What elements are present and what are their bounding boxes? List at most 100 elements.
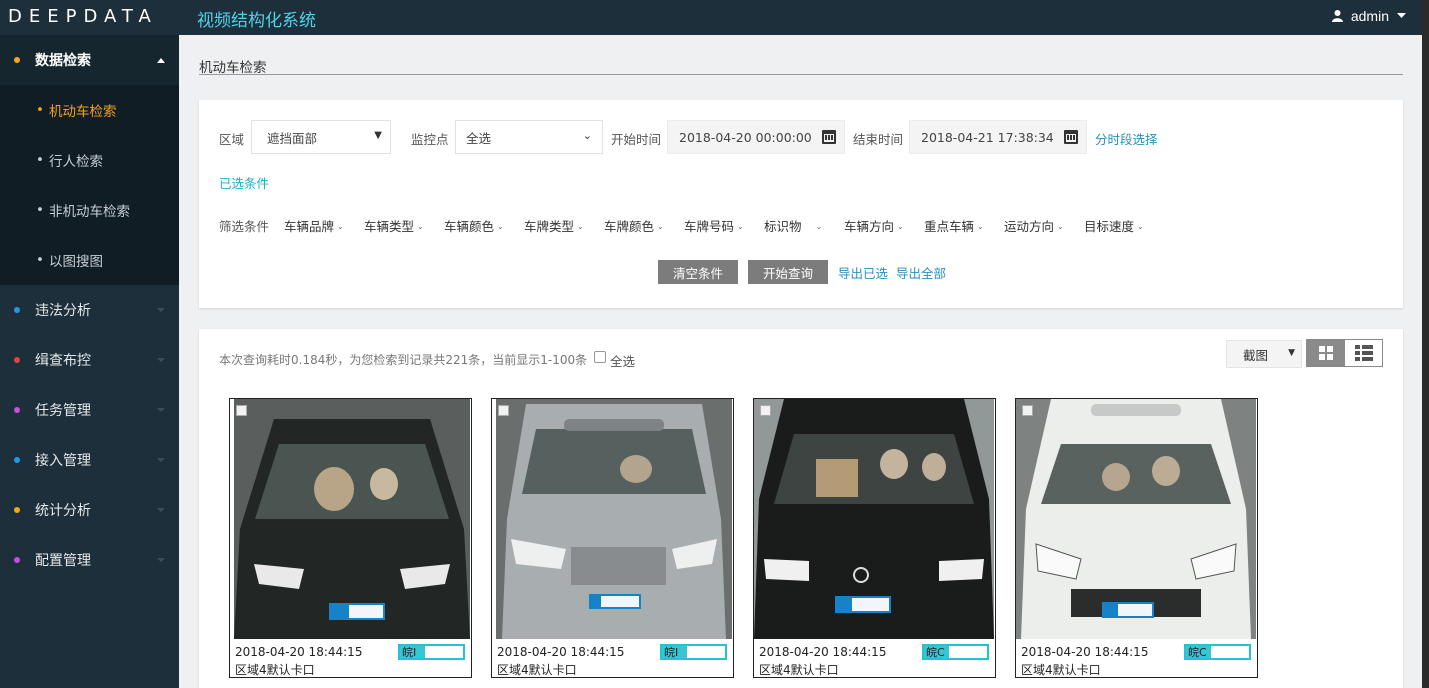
list-view-button[interactable]	[1344, 339, 1383, 367]
sidebar-item-access-management[interactable]: 接入管理	[0, 435, 179, 485]
user-icon	[1331, 10, 1343, 22]
sidebar-subitem-pedestrian-search[interactable]: 行人检索	[0, 135, 179, 185]
caret-down-icon	[157, 358, 165, 362]
caret-down-icon	[157, 308, 165, 312]
sidebar: 数据检索 机动车检索 行人检索 非机动车检索 以图搜图 违法分析 缉查布控 任务…	[0, 35, 179, 688]
clear-conditions-button[interactable]: 清空条件	[658, 260, 738, 284]
sidebar-subitem-nonmotor-search[interactable]: 非机动车检索	[0, 185, 179, 235]
sidebar-item-violation-analysis[interactable]: 违法分析	[0, 285, 179, 335]
card-checkbox[interactable]	[236, 405, 247, 416]
chevron-down-icon: ⌄	[337, 222, 344, 231]
caret-down-icon	[157, 558, 165, 562]
user-menu[interactable]: admin	[1331, 8, 1406, 24]
filter-vehicle-type[interactable]: 车辆类型 ⌄	[364, 216, 424, 235]
bullet-icon	[14, 357, 20, 363]
card-checkbox[interactable]	[1022, 405, 1033, 416]
caret-down-icon	[157, 408, 165, 412]
sidebar-item-label: 配置管理	[35, 553, 91, 569]
start-time-input[interactable]: 2018-04-20 00:00:00	[667, 120, 845, 154]
username: admin	[1350, 8, 1389, 24]
card-checkbox[interactable]	[498, 405, 509, 416]
result-card[interactable]: 2018-04-20 18:44:15 皖C 区域4默认卡口	[1015, 398, 1258, 678]
list-icon	[1354, 345, 1373, 361]
capture-time: 2018-04-20 18:44:15	[235, 645, 363, 659]
filter-target-speed[interactable]: 目标速度 ⌄	[1084, 216, 1144, 235]
conditions-label: 筛选条件	[219, 219, 270, 234]
bullet-icon	[14, 407, 20, 413]
capture-time: 2018-04-20 18:44:15	[759, 645, 887, 659]
chevron-down-icon: ⌄	[582, 129, 592, 142]
region-label: 区域	[219, 132, 245, 147]
sidebar-subitem-vehicle-search[interactable]: 机动车检索	[0, 85, 179, 135]
capture-location: 区域4默认卡口	[759, 663, 839, 677]
end-time-label: 结束时间	[853, 132, 904, 147]
sidebar-item-label: 任务管理	[35, 403, 91, 419]
chevron-down-icon: ⌄	[737, 222, 744, 231]
result-card[interactable]: 2018-04-20 18:44:15 皖I 区域4默认卡口	[491, 398, 734, 678]
end-time-value: 2018-04-21 17:38:34	[921, 129, 1054, 145]
export-all-link[interactable]: 导出全部	[896, 263, 946, 282]
chevron-down-icon	[1397, 13, 1406, 18]
vehicle-photo[interactable]	[496, 399, 732, 639]
start-time-label: 开始时间	[611, 132, 662, 147]
camera-label: 监控点	[411, 132, 449, 147]
filter-plate-color[interactable]: 车牌颜色 ⌄	[604, 216, 664, 235]
grid-icon	[1318, 346, 1333, 360]
sidebar-item-label: 接入管理	[35, 453, 91, 469]
vehicle-photo[interactable]	[1016, 399, 1256, 639]
start-search-button[interactable]: 开始查询	[748, 260, 828, 284]
results-summary: 本次查询耗时0.184秒，为您检索到记录共221条，当前显示1-100条	[219, 353, 588, 367]
chevron-down-icon: ⌄	[815, 222, 823, 231]
filter-plate-number[interactable]: 车牌号码 ⌄	[684, 216, 744, 235]
app-logo: DEEPDATA	[8, 6, 158, 27]
view-mode-select[interactable]: 截图 ▼	[1226, 340, 1302, 368]
filter-vehicle-brand[interactable]: 车辆品牌 ⌄	[284, 216, 344, 235]
sidebar-item-data-search[interactable]: 数据检索	[0, 35, 179, 85]
camera-select[interactable]: 全选 ⌄	[455, 120, 603, 154]
period-select-link[interactable]: 分时段选择	[1095, 129, 1158, 148]
caret-down-icon	[157, 508, 165, 512]
select-all-checkbox[interactable]	[594, 351, 606, 363]
filter-key-vehicle[interactable]: 重点车辆 ⌄	[924, 216, 984, 235]
caret-up-icon	[157, 58, 165, 63]
sidebar-item-task-management[interactable]: 任务管理	[0, 385, 179, 435]
vehicle-photo[interactable]	[754, 399, 994, 639]
grid-view-button[interactable]	[1306, 339, 1345, 367]
plate-number: 皖I	[660, 644, 727, 660]
capture-time: 2018-04-20 18:44:15	[1021, 645, 1149, 659]
card-checkbox[interactable]	[760, 405, 771, 416]
result-card[interactable]: 2018-04-20 18:44:15 皖C 区域4默认卡口	[753, 398, 996, 678]
bullet-icon	[14, 457, 20, 463]
caret-down-icon	[157, 458, 165, 462]
filter-vehicle-color[interactable]: 车辆颜色 ⌄	[444, 216, 504, 235]
capture-location: 区域4默认卡口	[235, 663, 315, 677]
filter-panel: 区域 遮挡面部 ▼ 监控点 全选 ⌄ 开始时间 2018-04-20 00:00…	[199, 100, 1403, 308]
scrollbar[interactable]	[1422, 0, 1429, 688]
sidebar-subitem-image-search[interactable]: 以图搜图	[0, 235, 179, 285]
chevron-down-icon: ⌄	[497, 222, 504, 231]
sidebar-item-statistics[interactable]: 统计分析	[0, 485, 179, 535]
result-card[interactable]: 2018-04-20 18:44:15 皖I 区域4默认卡口	[229, 398, 472, 678]
end-time-input[interactable]: 2018-04-21 17:38:34	[909, 120, 1087, 154]
chevron-down-icon: ⌄	[897, 222, 904, 231]
chevron-down-icon: ⌄	[417, 222, 424, 231]
chevron-down-icon: ⌄	[1137, 222, 1144, 231]
vehicle-photo[interactable]	[234, 399, 470, 639]
filter-marker[interactable]: 标识物 ⌄	[764, 216, 822, 235]
filter-motion-direction[interactable]: 运动方向 ⌄	[1004, 216, 1064, 235]
start-time-value: 2018-04-20 00:00:00	[679, 129, 812, 145]
chevron-down-icon: ⌄	[657, 222, 664, 231]
results-panel: 本次查询耗时0.184秒，为您检索到记录共221条，当前显示1-100条 全选 …	[199, 329, 1403, 688]
top-bar: DEEPDATA 视频结构化系统 admin	[0, 0, 1422, 35]
region-select[interactable]: 遮挡面部 ▼	[251, 120, 391, 154]
sidebar-item-config-management[interactable]: 配置管理	[0, 535, 179, 585]
filter-plate-type[interactable]: 车牌类型 ⌄	[524, 216, 584, 235]
calendar-icon[interactable]	[1064, 130, 1078, 144]
filter-vehicle-direction[interactable]: 车辆方向 ⌄	[844, 216, 904, 235]
export-selected-link[interactable]: 导出已选	[838, 263, 888, 282]
sidebar-item-surveillance[interactable]: 缉查布控	[0, 335, 179, 385]
system-title: 视频结构化系统	[197, 11, 316, 31]
selected-conditions-label: 已选条件	[219, 176, 270, 191]
calendar-icon[interactable]	[822, 130, 836, 144]
capture-location: 区域4默认卡口	[1021, 663, 1101, 677]
